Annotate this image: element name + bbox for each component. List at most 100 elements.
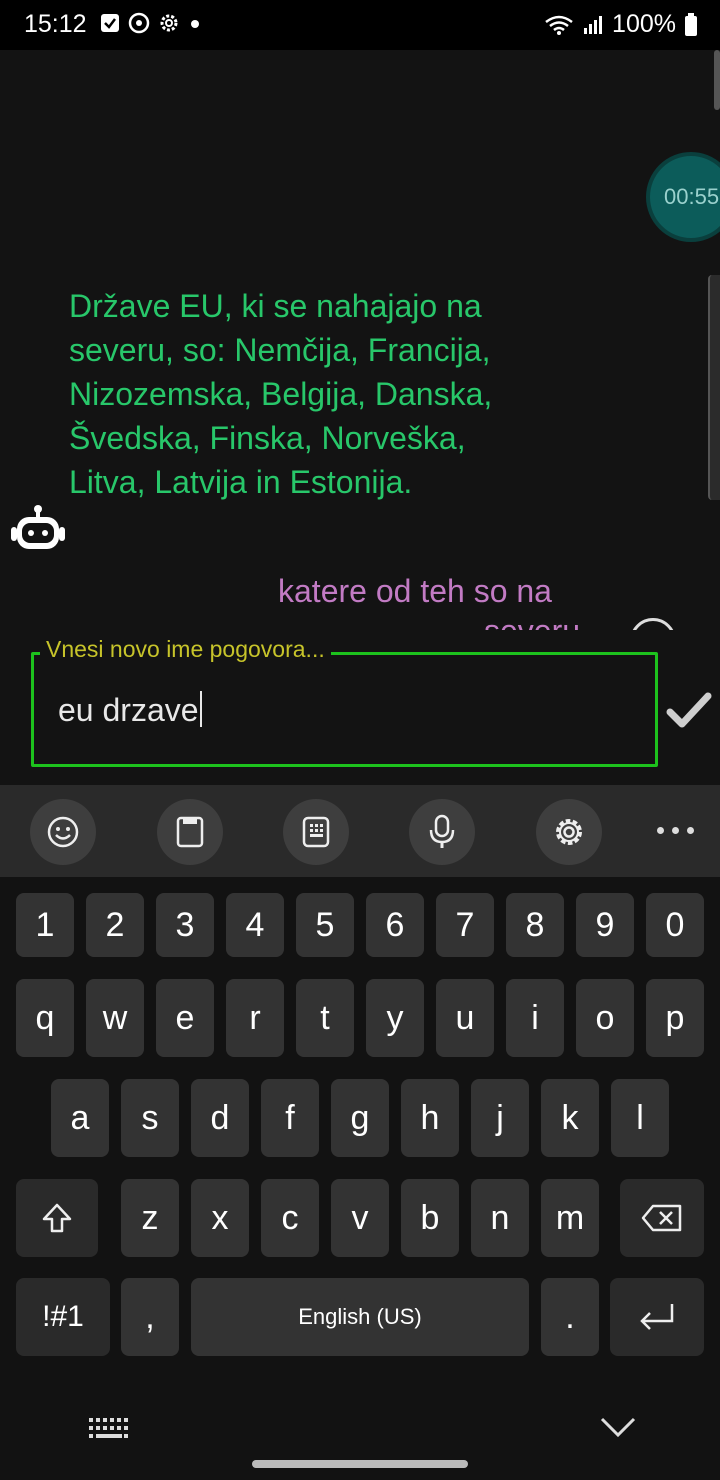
key-n[interactable]: n bbox=[471, 1179, 529, 1257]
key-5[interactable]: 5 bbox=[296, 893, 354, 957]
key-j[interactable]: j bbox=[471, 1079, 529, 1157]
key-3[interactable]: 3 bbox=[156, 893, 214, 957]
rename-input[interactable]: eu drzave bbox=[31, 652, 658, 767]
confirm-check-icon[interactable] bbox=[666, 690, 712, 730]
key-b[interactable]: b bbox=[401, 1179, 459, 1257]
key-r-label: r bbox=[249, 998, 261, 1037]
key-m[interactable]: m bbox=[541, 1179, 599, 1257]
voice-input-button[interactable] bbox=[409, 799, 475, 865]
backspace-key[interactable] bbox=[620, 1179, 704, 1257]
status-bar: 15:12 100% bbox=[0, 0, 720, 50]
key-u[interactable]: u bbox=[436, 979, 494, 1057]
key-i[interactable]: i bbox=[506, 979, 564, 1057]
key-6[interactable]: 6 bbox=[366, 893, 424, 957]
rename-area: eu drzave Vnesi novo ime pogovora... bbox=[0, 630, 720, 785]
key-0-label: 0 bbox=[665, 905, 685, 944]
comma-key[interactable]: , bbox=[121, 1278, 179, 1356]
key-1-label: 1 bbox=[35, 905, 55, 944]
key-9[interactable]: 9 bbox=[576, 893, 634, 957]
key-p-label: p bbox=[665, 998, 685, 1037]
enter-key[interactable] bbox=[610, 1278, 704, 1356]
key-t[interactable]: t bbox=[296, 979, 354, 1057]
key-a-label: a bbox=[70, 1098, 90, 1137]
key-x[interactable]: x bbox=[191, 1179, 249, 1257]
keyboard-toolbar bbox=[0, 785, 720, 877]
key-f-label: f bbox=[285, 1098, 295, 1137]
key-4[interactable]: 4 bbox=[226, 893, 284, 957]
more-options-button[interactable] bbox=[650, 815, 700, 845]
key-b-label: b bbox=[420, 1198, 440, 1237]
key-e[interactable]: e bbox=[156, 979, 214, 1057]
home-indicator[interactable] bbox=[252, 1460, 468, 1468]
emoji-icon bbox=[47, 816, 79, 848]
timer-text: 00:55 bbox=[664, 184, 720, 209]
key-0[interactable]: 0 bbox=[646, 893, 704, 957]
comma-key-label: , bbox=[145, 1297, 155, 1336]
key-7[interactable]: 7 bbox=[436, 893, 494, 957]
key-g-label: g bbox=[350, 1098, 370, 1137]
more-icon bbox=[656, 826, 664, 834]
key-i-label: i bbox=[531, 998, 539, 1037]
key-q[interactable]: q bbox=[16, 979, 74, 1057]
status-time: 15:12 bbox=[24, 10, 87, 38]
key-w-label: w bbox=[102, 998, 128, 1037]
key-k[interactable]: k bbox=[541, 1079, 599, 1157]
key-p[interactable]: p bbox=[646, 979, 704, 1057]
period-key-label: . bbox=[565, 1297, 575, 1336]
key-g[interactable]: g bbox=[331, 1079, 389, 1157]
key-l[interactable]: l bbox=[611, 1079, 669, 1157]
key-o-label: o bbox=[595, 998, 615, 1037]
shift-icon bbox=[42, 1203, 72, 1233]
key-q-label: q bbox=[35, 998, 55, 1037]
period-key[interactable]: . bbox=[541, 1278, 599, 1356]
settings-icon bbox=[556, 819, 582, 845]
key-w[interactable]: w bbox=[86, 979, 144, 1057]
key-e-label: e bbox=[175, 998, 195, 1037]
keyboard-keys: 1 2 3 4 5 6 7 8 9 0 q w e r t y u i o p a s d f g h j k l z x c v b n m !#1,… bbox=[0, 877, 720, 1480]
key-8[interactable]: 8 bbox=[506, 893, 564, 957]
keypad-button[interactable] bbox=[283, 799, 349, 865]
key-o[interactable]: o bbox=[576, 979, 634, 1057]
key-v[interactable]: v bbox=[331, 1179, 389, 1257]
key-m-label: m bbox=[555, 1198, 585, 1237]
key-3-label: 3 bbox=[175, 905, 195, 944]
space-key[interactable]: English (US) bbox=[191, 1278, 529, 1356]
checkbox-notification-icon bbox=[101, 14, 119, 32]
clipboard-button[interactable] bbox=[157, 799, 223, 865]
key-y-label: y bbox=[386, 998, 404, 1037]
key-c[interactable]: c bbox=[261, 1179, 319, 1257]
key-n-label: n bbox=[490, 1198, 510, 1237]
key-z[interactable]: z bbox=[121, 1179, 179, 1257]
key-a[interactable]: a bbox=[51, 1079, 109, 1157]
key-1[interactable]: 1 bbox=[16, 893, 74, 957]
dot-notification-icon bbox=[191, 20, 199, 28]
signal-icon bbox=[584, 15, 603, 34]
key-f[interactable]: f bbox=[261, 1079, 319, 1157]
key-r[interactable]: r bbox=[226, 979, 284, 1057]
key-d[interactable]: d bbox=[191, 1079, 249, 1157]
keypad-icon bbox=[302, 816, 330, 848]
key-s[interactable]: s bbox=[121, 1079, 179, 1157]
robot-avatar-icon bbox=[11, 505, 65, 549]
key-k-label: k bbox=[561, 1098, 579, 1137]
scrollbar[interactable] bbox=[708, 275, 720, 500]
rename-input-value: eu drzave bbox=[58, 692, 199, 728]
wifi-icon bbox=[545, 15, 573, 35]
keyboard-settings-button[interactable] bbox=[536, 799, 602, 865]
key-h[interactable]: h bbox=[401, 1079, 459, 1157]
key-t-label: t bbox=[320, 998, 330, 1037]
keyboard-hide-grid-icon[interactable] bbox=[88, 1416, 130, 1442]
rename-input-label: Vnesi novo ime pogovora... bbox=[40, 636, 331, 663]
chevron-down-icon[interactable] bbox=[600, 1416, 636, 1438]
key-5-label: 5 bbox=[315, 905, 335, 944]
bot-message: Države EU, ki se nahajajo na severu, so:… bbox=[69, 288, 493, 500]
scrollbar-top[interactable] bbox=[714, 50, 720, 110]
shift-key[interactable] bbox=[16, 1179, 98, 1257]
symbols-key[interactable]: !#1 bbox=[16, 1278, 110, 1356]
key-y[interactable]: y bbox=[366, 979, 424, 1057]
battery-icon bbox=[685, 12, 697, 36]
sync-notification-icon bbox=[128, 12, 150, 34]
key-2[interactable]: 2 bbox=[86, 893, 144, 957]
space-key-label: English (US) bbox=[298, 1304, 422, 1329]
emoji-button[interactable] bbox=[30, 799, 96, 865]
